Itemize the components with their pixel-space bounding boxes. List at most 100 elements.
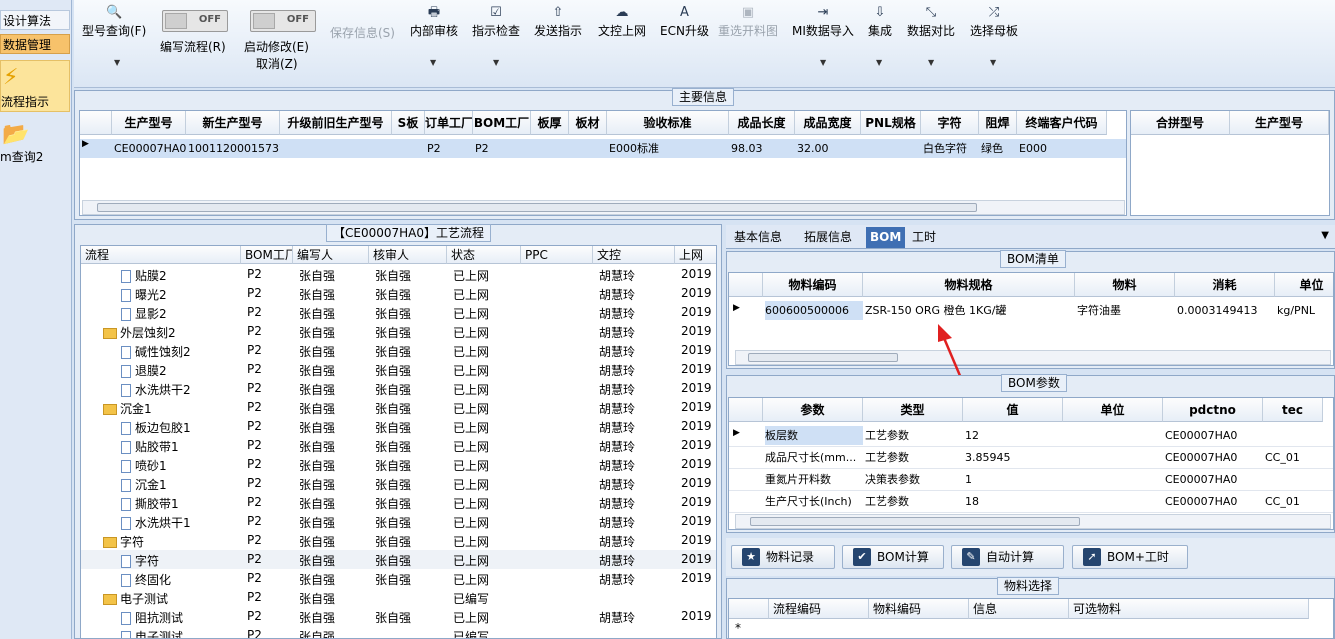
column-header[interactable]: PNL规格 (861, 111, 921, 135)
table-cell[interactable]: CE00007HA0 (1165, 426, 1263, 445)
table-cell[interactable]: E000标准 (609, 139, 729, 158)
integrate-button[interactable]: ⇩ 集成 (868, 4, 892, 39)
mi-import-button[interactable]: ⇥ MI数据导入 (792, 4, 854, 39)
tree-row[interactable]: 字符 P2 张自强 张自强 已上网 胡慧玲 2019 (81, 550, 716, 569)
table-cell[interactable]: CE00007HA0 (1165, 492, 1263, 511)
tree-row[interactable]: 终固化 P2 张自强 张自强 已上网 胡慧玲 2019 (81, 569, 716, 588)
write-flow-toggle[interactable]: OFF (162, 10, 228, 32)
ecn-upgrade-button[interactable]: A ECN升级 (660, 4, 709, 39)
chevron-down-icon[interactable]: ▼ (876, 58, 882, 67)
material-record-button[interactable]: ★ 物料记录 (731, 545, 835, 569)
column-header[interactable]: 板材 (569, 111, 607, 135)
tree-row[interactable]: 曝光2 P2 张自强 张自强 已上网 胡慧玲 2019 (81, 284, 716, 303)
tree-row[interactable]: 沉金1 P2 张自强 张自强 已上网 胡慧玲 2019 (81, 474, 716, 493)
table-cell[interactable]: 字符油墨 (1077, 301, 1175, 320)
column-header[interactable]: 单位 (1275, 273, 1333, 297)
column-header[interactable]: 编写人 (293, 246, 369, 264)
tree-row[interactable]: 板边包胶1 P2 张自强 张自强 已上网 胡慧玲 2019 (81, 417, 716, 436)
table-row[interactable]: ▶ CE00007HA0 10011200015737 P2 P2 E000标准 98.03… (80, 139, 1126, 158)
column-header[interactable]: 物料编码 (763, 273, 863, 297)
instruction-check-button[interactable]: ☑ 指示检查 (472, 4, 520, 39)
scroll-thumb[interactable] (748, 353, 898, 362)
chevron-down-icon[interactable]: ▼ (114, 58, 120, 67)
table-cell[interactable]: 3.85945 (965, 448, 1063, 467)
bom-list-hscroll[interactable] (735, 350, 1331, 365)
table-cell[interactable]: CE00007HA0 (1165, 470, 1263, 489)
scroll-thumb[interactable] (750, 517, 1080, 526)
chevron-down-icon[interactable]: ▼ (493, 58, 499, 67)
column-header[interactable]: 类型 (863, 398, 963, 422)
data-compare-button[interactable]: ⤡ 数据对比 (907, 4, 955, 39)
column-header[interactable]: 合拼型号 (1131, 111, 1230, 135)
table-cell[interactable] (1065, 448, 1163, 467)
table-cell[interactable]: E000 (1019, 139, 1107, 158)
table-cell[interactable]: 32.00 (797, 139, 861, 158)
table-cell[interactable] (533, 139, 569, 158)
column-header[interactable]: 单位 (1063, 398, 1163, 422)
table-cell[interactable]: 成品尺寸长(mm... (765, 448, 863, 467)
column-header[interactable]: 成品宽度 (795, 111, 861, 135)
column-header[interactable]: 物料规格 (863, 273, 1075, 297)
column-header[interactable]: pdctno (1163, 398, 1263, 422)
tree-row[interactable]: 退膜2 P2 张自强 张自强 已上网 胡慧玲 2019 (81, 360, 716, 379)
column-header[interactable]: 值 (963, 398, 1063, 422)
tree-row[interactable]: 电子测试 P2 张自强 已编写 (81, 626, 716, 638)
sidebar-item-query[interactable]: 📂 m查询2 (0, 118, 70, 168)
column-header[interactable]: 物料 (1075, 273, 1175, 297)
column-header[interactable]: 生产型号 (1230, 111, 1329, 135)
column-header[interactable]: 终端客户代码 (1017, 111, 1107, 135)
tab-bom[interactable]: BOM (866, 227, 906, 248)
chevron-down-icon[interactable]: ▼ (990, 58, 996, 67)
column-header[interactable]: PPC (521, 246, 593, 264)
sidebar-tab-data-management[interactable]: 数据管理 (0, 34, 70, 54)
column-header[interactable]: 状态 (447, 246, 521, 264)
tree-row[interactable]: 水洗烘干2 P2 张自强 张自强 已上网 胡慧玲 2019 (81, 379, 716, 398)
column-header[interactable]: 可选物料 (1069, 599, 1309, 619)
tree-row[interactable]: 碱性蚀刻2 P2 张自强 张自强 已上网 胡慧玲 2019 (81, 341, 716, 360)
internal-audit-button[interactable]: 🖶 内部审核 (410, 4, 458, 39)
table-cell[interactable]: P2 (427, 139, 473, 158)
column-header[interactable]: 字符 (921, 111, 979, 135)
flow-tree-grid[interactable]: 流程 BOM工厂 编写人 核审人 状态 PPC 文控 上网 贴膜2 P2 张自强 张自强 已上网 胡慧玲… (80, 245, 717, 639)
tree-row[interactable]: 显影2 P2 张自强 张自强 已上网 胡慧玲 2019 (81, 303, 716, 322)
send-instruction-button[interactable]: ⇧ 发送指示 (534, 4, 582, 39)
material-select-grid[interactable]: 流程编码 物料编码 信息 可选物料 * (728, 598, 1334, 639)
bom-list-grid[interactable]: 物料编码 物料规格 物料 消耗 单位 ▶ 600600500006 ZSR-150 ORG … (728, 272, 1334, 366)
table-cell[interactable]: P2 (475, 139, 531, 158)
cancel-button[interactable]: 取消(Z) (256, 55, 298, 72)
save-info-button[interactable]: 保存信息(S) (330, 24, 395, 41)
table-cell[interactable] (1065, 426, 1163, 445)
tree-row[interactable]: 喷砂1 P2 张自强 张自强 已上网 胡慧玲 2019 (81, 455, 716, 474)
table-cell[interactable]: 1 (965, 470, 1063, 489)
select-mother-button[interactable]: ⤮ 选择母板 (970, 4, 1018, 39)
table-cell[interactable]: CE00007HA0 (1165, 448, 1263, 467)
column-header[interactable]: 验收标准 (607, 111, 729, 135)
column-header[interactable]: 核审人 (369, 246, 447, 264)
table-cell[interactable]: 工艺参数 (865, 426, 963, 445)
table-cell[interactable]: 决策表参数 (865, 470, 963, 489)
sidebar-tab-design-algorithm[interactable]: 设计算法 (0, 10, 70, 30)
tree-row[interactable]: 贴胶带1 P2 张自强 张自强 已上网 胡慧玲 2019 (81, 436, 716, 455)
doc-upload-button[interactable]: ☁ 文控上网 (598, 4, 646, 39)
table-cell[interactable] (863, 139, 921, 158)
tree-row[interactable]: 阻抗测试 P2 张自强 张自强 已上网 胡慧玲 2019 (81, 607, 716, 626)
table-cell[interactable] (1065, 470, 1163, 489)
table-cell[interactable]: 绿色 (981, 139, 1017, 158)
column-header[interactable]: 成品长度 (729, 111, 795, 135)
column-header[interactable]: BOM工厂 (241, 246, 293, 264)
column-header[interactable]: 升级前旧生产型号 (280, 111, 392, 135)
table-cell[interactable]: 工艺参数 (865, 492, 963, 511)
table-row[interactable]: ▶ 600600500006 ZSR-150 ORG 橙色 1KG/罐 字符油墨 0.0… (729, 301, 1333, 321)
table-cell[interactable]: 0.0003149413 (1177, 301, 1275, 320)
reselect-cut-button[interactable]: ▣ 重选开料图 (718, 4, 778, 39)
tree-row[interactable]: 字符 P2 张自强 张自强 已上网 胡慧玲 2019 (81, 531, 716, 550)
table-cell[interactable]: 工艺参数 (865, 448, 963, 467)
column-header[interactable]: 流程编码 (769, 599, 869, 619)
main-info-hscroll[interactable] (82, 200, 1125, 215)
column-header[interactable]: 物料编码 (869, 599, 969, 619)
chevron-down-icon[interactable]: ▼ (820, 58, 826, 67)
column-header[interactable]: 流程 (81, 246, 241, 264)
table-cell[interactable] (1065, 492, 1163, 511)
table-cell[interactable] (1265, 426, 1323, 445)
column-header[interactable]: 新生产型号 (186, 111, 280, 135)
